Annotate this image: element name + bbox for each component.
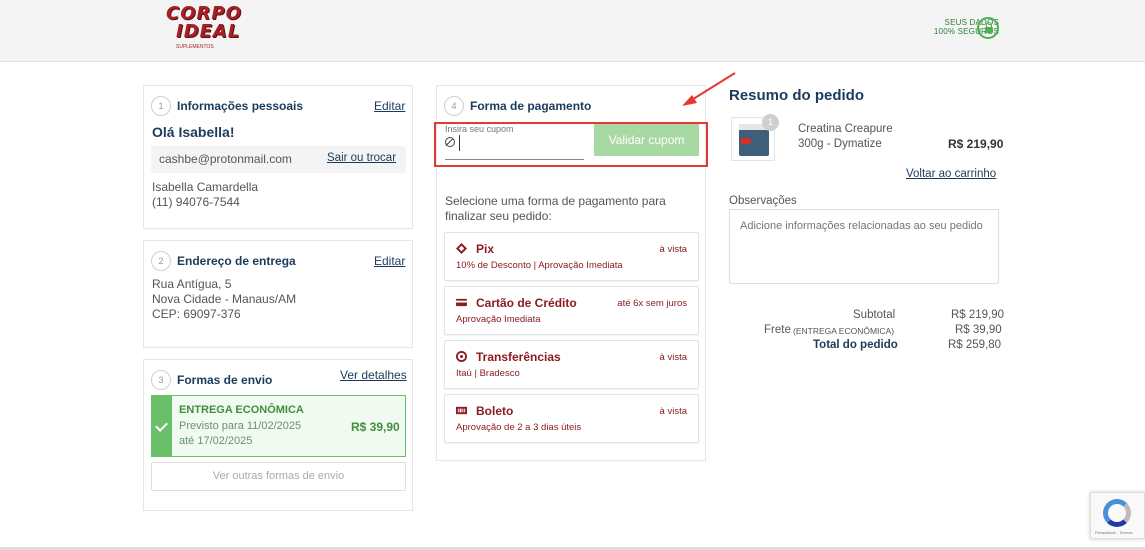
step-number: 1 xyxy=(151,96,171,116)
shipping-date-1: Previsto para 11/02/2025 xyxy=(179,420,302,432)
product-name-line-1: Creatina Creapure xyxy=(798,123,893,135)
switch-account-link[interactable]: Sair ou trocar xyxy=(327,152,396,164)
subtotal-label: Subtotal xyxy=(853,309,896,321)
payment-option-pix[interactable]: Pix à vista 10% de Desconto | Aprovação … xyxy=(444,232,699,281)
shipping-label: Frete xyxy=(764,324,791,336)
total-value: R$ 259,80 xyxy=(948,339,1002,351)
shipping-price: R$ 39,90 xyxy=(351,420,400,434)
greeting: Olá Isabella! xyxy=(152,124,235,140)
order-summary-title: Resumo do pedido xyxy=(729,87,864,104)
payment-instruction-1: Selecione uma forma de pagamento para xyxy=(445,194,666,208)
email-text: cashbe@protonmail.com xyxy=(159,152,292,166)
product-price: R$ 219,90 xyxy=(948,137,1004,151)
payment-option-terms: até 6x sem juros xyxy=(617,298,687,309)
card-title: Forma de pagamento xyxy=(470,99,592,113)
check-icon xyxy=(152,396,172,456)
card-title: Informações pessoais xyxy=(177,99,304,113)
address-line-3: CEP: 69097-376 xyxy=(152,307,241,321)
payment-option-transfer[interactable]: Transferências à vista Itaú | Bradesco xyxy=(444,340,699,389)
shipping-details-link[interactable]: Ver detalhes xyxy=(340,368,407,382)
coupon-highlight-box xyxy=(434,122,708,167)
logo-tagline: SUPLEMENTOS xyxy=(176,44,214,50)
notes-textarea[interactable] xyxy=(729,209,999,284)
payment-option-terms: à vista xyxy=(659,406,687,417)
shipping-option-name: ENTREGA ECONÔMICA xyxy=(179,404,304,416)
edit-address-link[interactable]: Editar xyxy=(374,254,405,268)
address-card: 2 Endereço de entrega Editar Rua Antígua… xyxy=(143,240,413,348)
recaptcha-badge[interactable]: Privacidade - Termos xyxy=(1090,492,1145,539)
site-header: CORPO IDEAL SUPLEMENTOS SEUS DADOS 100% … xyxy=(0,0,1145,62)
quantity-badge: 1 xyxy=(762,114,779,131)
notes-label: Observações xyxy=(729,195,797,207)
payment-instruction-2: finalizar seu pedido: xyxy=(445,209,552,223)
payment-option-name: Transferências xyxy=(476,350,561,364)
back-to-cart-link[interactable]: Voltar ao carrinho xyxy=(906,168,996,180)
other-shipping-button[interactable]: Ver outras formas de envio xyxy=(151,462,406,491)
address-line-2: Nova Cidade - Manaus/AM xyxy=(152,292,297,306)
address-line-1: Rua Antígua, 5 xyxy=(152,277,232,291)
edit-personal-link[interactable]: Editar xyxy=(374,99,405,113)
payment-option-terms: à vista xyxy=(659,244,687,255)
shipping-date-2: até 17/02/2025 xyxy=(179,435,253,447)
shipping-value: R$ 39,90 xyxy=(955,324,1002,336)
personal-info-card: 1 Informações pessoais Editar Olá Isabel… xyxy=(143,85,413,229)
customer-name: Isabella Camardella xyxy=(152,180,259,194)
total-label: Total do pedido xyxy=(813,339,898,351)
barcode-icon xyxy=(456,406,467,415)
payment-option-detail: Aprovação de 2 a 3 dias úteis xyxy=(456,422,582,433)
step-number: 2 xyxy=(151,251,171,271)
customer-phone: (11) 94076-7544 xyxy=(152,195,240,209)
payment-option-name: Cartão de Crédito xyxy=(476,296,577,310)
step-number: 4 xyxy=(444,96,464,116)
shipping-type: (ENTREGA ECONÔMICA) xyxy=(793,326,895,336)
product-name-line-2: 300g - Dymatize xyxy=(798,138,882,150)
email-box: cashbe@protonmail.com Sair ou trocar xyxy=(151,146,406,173)
payment-option-name: Pix xyxy=(476,242,495,256)
card-title: Endereço de entrega xyxy=(177,254,296,268)
payment-option-detail: 10% de Desconto | Aprovação Imediata xyxy=(456,260,623,271)
shipping-option-selected[interactable]: ENTREGA ECONÔMICA Previsto para 11/02/20… xyxy=(151,395,406,457)
step-number: 3 xyxy=(151,370,171,390)
subtotal-value: R$ 219,90 xyxy=(951,309,1005,321)
transfer-icon xyxy=(456,351,467,362)
payment-option-detail: Aprovação Imediata xyxy=(456,314,541,325)
recaptcha-text: Privacidade - Termos xyxy=(1095,530,1133,535)
logo-line-2: IDEAL xyxy=(176,21,241,42)
payment-option-boleto[interactable]: Boleto à vista Aprovação de 2 a 3 dias ú… xyxy=(444,394,699,443)
payment-option-credit-card[interactable]: Cartão de Crédito até 6x sem juros Aprov… xyxy=(444,286,699,335)
corpo-ideal-logo[interactable]: CORPO IDEAL SUPLEMENTOS xyxy=(166,5,266,55)
shipping-card: 3 Formas de envio Ver detalhes ENTREGA E… xyxy=(143,359,413,511)
recaptcha-icon xyxy=(1103,499,1131,527)
payment-option-name: Boleto xyxy=(476,404,514,418)
payment-option-detail: Itaú | Bradesco xyxy=(456,368,520,379)
card-title: Formas de envio xyxy=(177,373,273,387)
payment-option-terms: à vista xyxy=(659,352,687,363)
pix-icon xyxy=(456,243,467,254)
credit-card-icon xyxy=(456,298,467,307)
lock-icon xyxy=(977,17,999,39)
